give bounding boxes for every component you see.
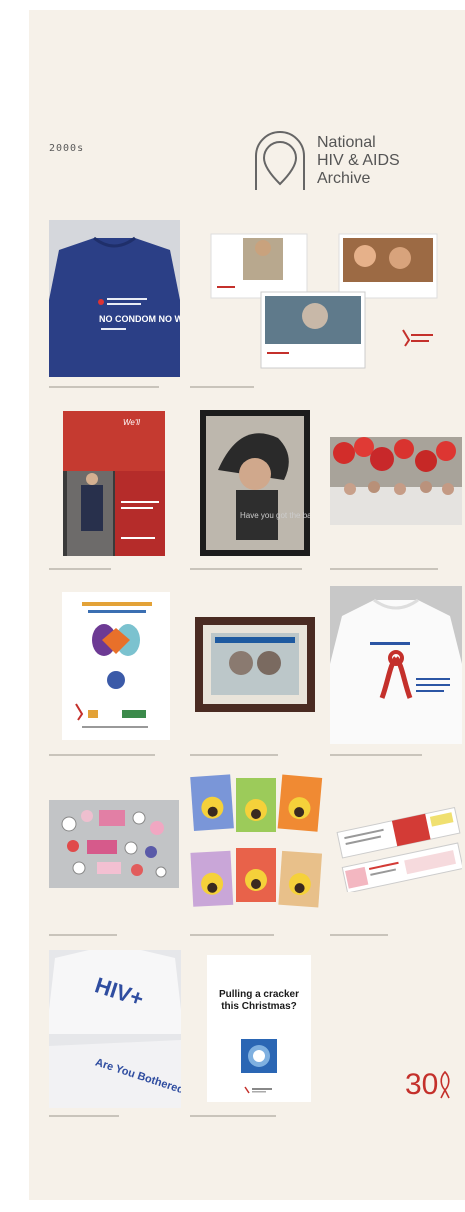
thirty-number: 30 <box>405 1068 438 1101</box>
caption-10 <box>190 934 274 936</box>
charity-logo-icon <box>244 1086 272 1094</box>
navy-tshirt-photo: NO CONDOM NO WAY <box>49 220 180 377</box>
caption-6 <box>49 754 155 756</box>
postcard-collage <box>205 228 445 378</box>
framed-portrait-poster: Have you got the balls? <box>200 410 310 556</box>
caption-3 <box>49 568 111 570</box>
caption-5 <box>330 568 438 570</box>
caption-9 <box>49 934 117 936</box>
red-ribbon-icon <box>440 1070 450 1099</box>
svg-text:We'll: We'll <box>123 418 140 427</box>
hiv-tshirt-photo: HIV+ Are You Bothered? <box>49 950 181 1108</box>
framed-print <box>195 617 315 712</box>
christmas-cracker-poster: Pulling a cracker this Christmas? <box>207 955 311 1102</box>
archive-logo: National HIV & AIDS Archive <box>250 128 440 194</box>
cartoon-leaflets <box>188 772 328 916</box>
portrait-poster-slogan: Have you got the balls? <box>240 511 310 520</box>
caption-11 <box>330 934 388 936</box>
caption-7 <box>190 754 278 756</box>
caption-12 <box>49 1115 119 1117</box>
white-tshirt-ribbon-photo <box>330 586 462 744</box>
archive-logo-icon <box>255 131 305 190</box>
hearts-poster <box>62 592 170 740</box>
logo-line-3: Archive <box>317 170 371 187</box>
red-balloons-photo <box>330 437 462 525</box>
thirty-years-logo: 30 <box>405 1062 461 1107</box>
logo-line-1: National <box>317 134 376 151</box>
cracker-poster-headline: Pulling a cracker this Christmas? <box>218 989 300 1012</box>
condom-packet-icon <box>241 1039 277 1073</box>
badges-photo <box>49 800 179 888</box>
caption-1 <box>49 386 159 388</box>
tshirt-slogan: NO CONDOM NO WAY <box>99 314 180 324</box>
decade-label: 2000s <box>49 143 85 154</box>
caption-4 <box>190 568 302 570</box>
graffiti-poster: We'll <box>63 411 165 556</box>
caption-13 <box>190 1115 276 1117</box>
leaflet-spread <box>334 800 462 892</box>
caption-8 <box>330 754 422 756</box>
logo-line-2: HIV & AIDS <box>317 152 400 169</box>
caption-2 <box>190 386 254 388</box>
